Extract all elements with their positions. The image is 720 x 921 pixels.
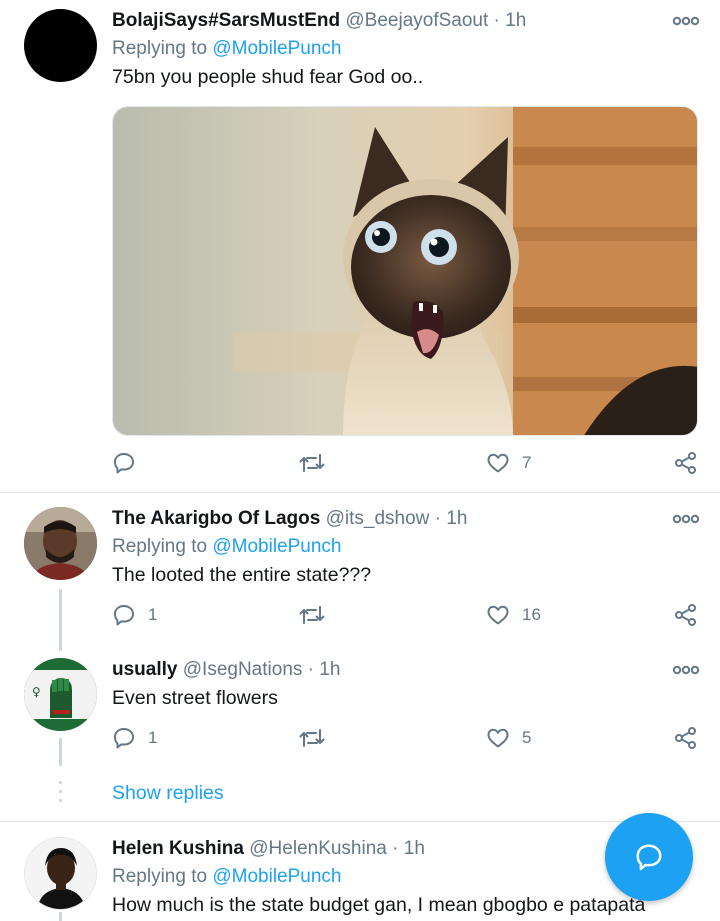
avatar-photo — [25, 838, 96, 909]
display-name[interactable]: The Akarigbo Of Lagos — [112, 508, 320, 529]
heart-icon — [487, 728, 509, 748]
avatar[interactable] — [24, 507, 97, 580]
thread-connector — [59, 589, 62, 651]
tweet-text: How much is the state budget gan, I mean… — [112, 894, 646, 916]
retweet-button[interactable] — [299, 723, 337, 753]
tweet-header: The Akarigbo Of Lagos @its_dshow · 1h — [112, 507, 467, 531]
avatar-fist-logo: ♀ — [24, 658, 97, 731]
like-count: 7 — [522, 453, 532, 472]
display-name[interactable]: usually — [112, 659, 177, 680]
reply-button[interactable] — [112, 448, 148, 478]
timestamp[interactable]: 1h — [404, 838, 425, 859]
share-icon — [675, 727, 696, 749]
thread-connector — [59, 912, 62, 921]
separator-dot: · — [493, 10, 500, 31]
share-button[interactable] — [674, 600, 698, 630]
user-handle[interactable]: @IsegNations — [183, 659, 303, 680]
tweet: ♀ usually @IsegNations · 1h Even street … — [0, 645, 720, 765]
tweet: BolajiSays#SarsMustEnd @BeejayofSaout · … — [0, 0, 720, 492]
timestamp[interactable]: 1h — [446, 508, 467, 529]
tweet-header: Helen Kushina @HelenKushina · 1h — [112, 837, 425, 861]
retweet-button[interactable] — [299, 448, 337, 478]
replying-to: Replying to @MobilePunch — [112, 535, 341, 559]
retweet-icon — [299, 606, 325, 624]
avatar[interactable]: ♀ — [24, 658, 97, 731]
timestamp[interactable]: 1h — [319, 659, 340, 680]
tweet-text: The looted the entire state??? — [112, 564, 372, 586]
cat-photo — [113, 107, 697, 435]
display-name[interactable]: Helen Kushina — [112, 838, 244, 859]
more-options-icon[interactable] — [672, 663, 700, 677]
separator-dot: · — [307, 659, 314, 680]
replying-prefix: Replying to — [112, 866, 208, 887]
share-icon — [675, 452, 696, 474]
share-button[interactable] — [674, 448, 698, 478]
compose-reply-button[interactable] — [605, 813, 693, 901]
display-name[interactable]: BolajiSays#SarsMustEnd — [112, 10, 340, 31]
replying-prefix: Replying to — [112, 536, 208, 557]
share-button[interactable] — [674, 723, 698, 753]
replying-prefix: Replying to — [112, 38, 208, 59]
mention-link[interactable]: @MobilePunch — [212, 866, 341, 887]
tweet: The Akarigbo Of Lagos @its_dshow · 1h Re… — [0, 493, 720, 643]
avatar-photo — [24, 507, 97, 580]
tweet-text: Even street flowers — [112, 687, 278, 709]
tweet-header: usually @IsegNations · 1h — [112, 658, 340, 682]
tweet-media-image[interactable] — [112, 106, 698, 436]
tweet-header: BolajiSays#SarsMustEnd @BeejayofSaout · … — [112, 9, 526, 33]
compose-reply-icon — [636, 844, 662, 871]
avatar[interactable] — [24, 837, 97, 910]
reply-icon — [114, 453, 134, 474]
reply-icon — [114, 605, 134, 626]
retweet-icon — [299, 454, 325, 472]
like-button[interactable]: 5 — [486, 723, 531, 753]
reply-count: 1 — [148, 605, 158, 624]
collapsed-thread-dots — [59, 781, 62, 808]
separator-dot: · — [392, 838, 399, 859]
replying-to: Replying to @MobilePunch — [112, 37, 341, 61]
svg-text:♀: ♀ — [32, 685, 41, 699]
avatar[interactable] — [24, 9, 97, 82]
more-options-icon[interactable] — [672, 512, 700, 526]
retweet-icon — [299, 729, 325, 747]
reply-icon — [114, 728, 134, 749]
tweet-text: 75bn you people shud fear God oo.. — [112, 66, 424, 88]
like-button[interactable]: 7 — [486, 448, 531, 478]
show-replies-link[interactable]: Show replies — [112, 782, 224, 805]
share-icon — [675, 604, 696, 626]
mention-link[interactable]: @MobilePunch — [212, 38, 341, 59]
retweet-button[interactable] — [299, 600, 337, 630]
user-handle[interactable]: @its_dshow — [326, 508, 430, 529]
more-options-icon[interactable] — [672, 14, 700, 28]
reply-button[interactable]: 1 — [112, 723, 157, 753]
like-count: 5 — [522, 728, 532, 747]
heart-icon — [487, 605, 509, 625]
thread-connector — [59, 738, 62, 766]
heart-icon — [487, 453, 509, 473]
reply-count: 1 — [148, 728, 158, 747]
timestamp[interactable]: 1h — [505, 10, 526, 31]
tweet-actions: 1 5 — [0, 723, 720, 753]
replying-to: Replying to @MobilePunch — [112, 865, 341, 889]
mention-link[interactable]: @MobilePunch — [212, 536, 341, 557]
tweet-actions: 1 16 — [0, 600, 720, 630]
user-handle[interactable]: @HelenKushina — [249, 838, 387, 859]
user-handle[interactable]: @BeejayofSaout — [345, 10, 488, 31]
reply-button[interactable]: 1 — [112, 600, 157, 630]
like-button[interactable]: 16 — [486, 600, 541, 630]
like-count: 16 — [522, 605, 541, 624]
separator-dot: · — [434, 508, 441, 529]
tweet-actions: 7 — [0, 448, 720, 478]
